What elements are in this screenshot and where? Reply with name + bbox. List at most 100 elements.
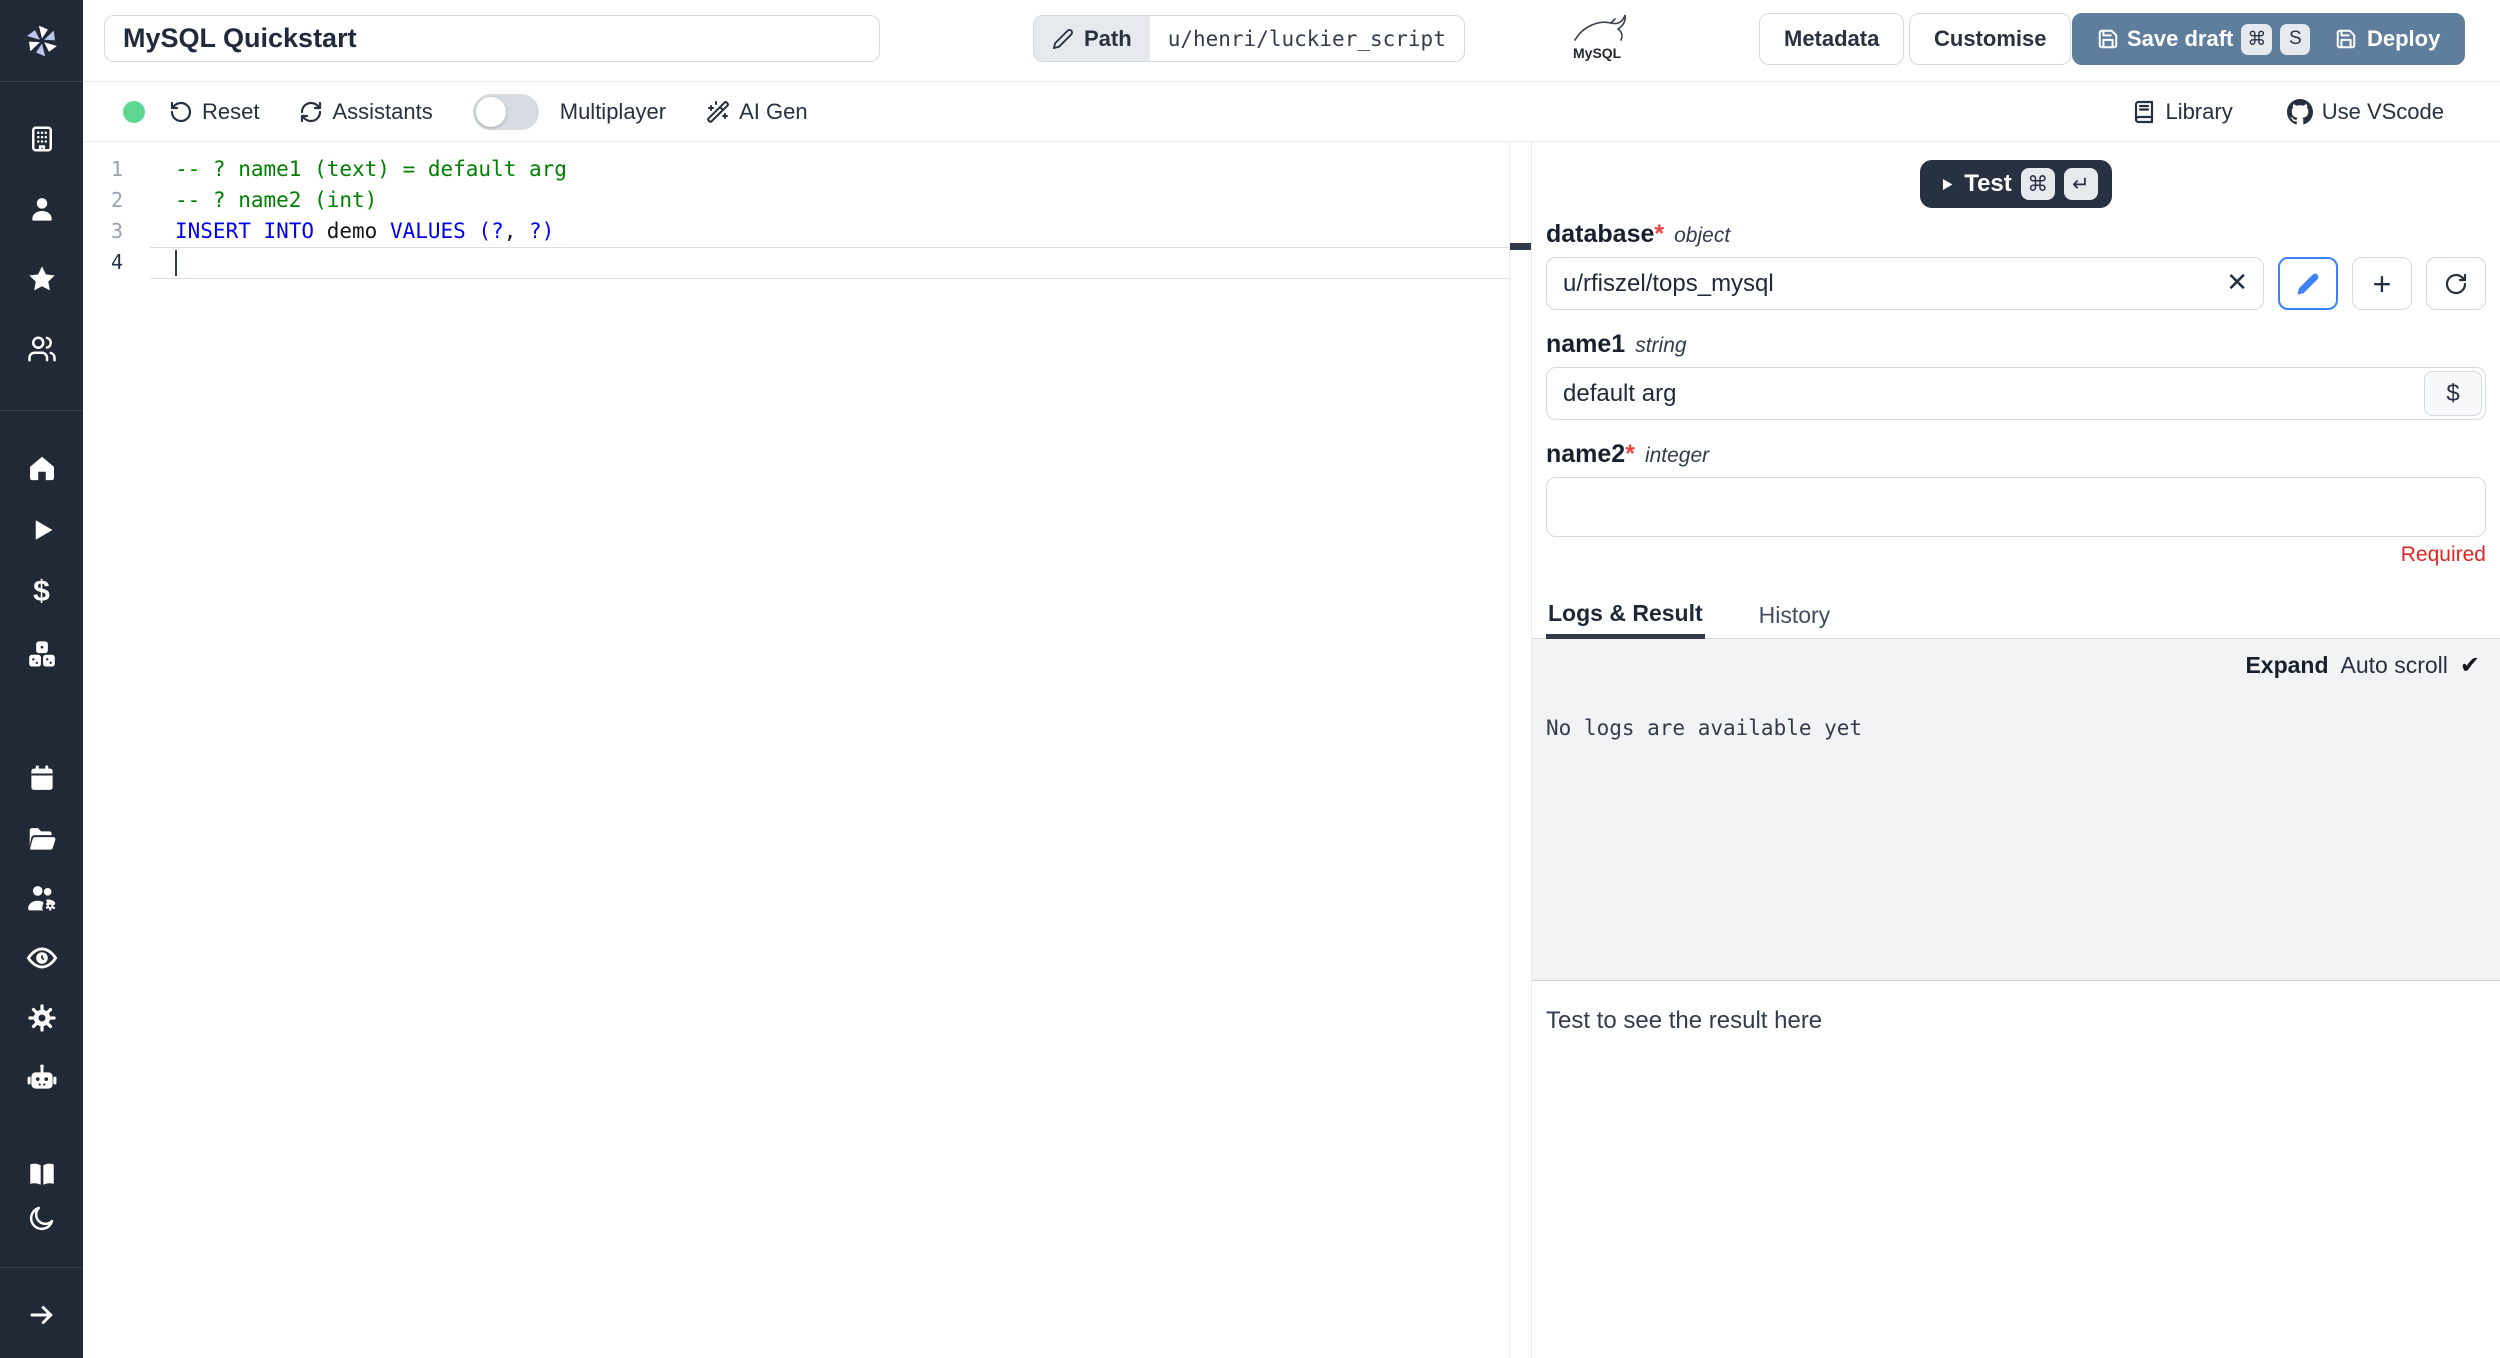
user-icon[interactable] xyxy=(25,192,59,226)
autoscroll-check-icon[interactable]: ✔ xyxy=(2460,651,2480,680)
sql-keyword: VALUES xyxy=(389,219,466,243)
save-icon xyxy=(2336,29,2356,49)
windmill-logo-icon xyxy=(26,25,57,56)
home-icon[interactable] xyxy=(25,451,59,485)
required-asterisk: * xyxy=(1625,440,1635,468)
toolbar-right: Library Use VScode xyxy=(2132,98,2500,125)
autoscroll-label: Auto scroll xyxy=(2340,652,2448,678)
deploy-button[interactable]: Deploy xyxy=(2310,13,2466,65)
metadata-button[interactable]: Metadata xyxy=(1759,13,1905,65)
field-label-database: database* object xyxy=(1546,220,2486,249)
test-button[interactable]: Test ⌘ ↵ xyxy=(1920,160,2112,208)
assistants-button[interactable]: Assistants xyxy=(299,99,433,125)
cubes-icon[interactable] xyxy=(25,637,59,671)
kbd-cmd: ⌘ xyxy=(2020,168,2055,200)
use-vscode-button[interactable]: Use VScode xyxy=(2286,98,2444,125)
field-type: string xyxy=(1635,334,1687,357)
logs-empty-message: No logs are available yet xyxy=(1546,716,1863,740)
code-editor[interactable]: 1 -- ? name1 (text) = default arg 2 -- ?… xyxy=(83,142,1510,1358)
field-label-name2: name2* integer xyxy=(1546,440,2486,469)
field-name: name2 xyxy=(1546,440,1626,468)
panel-splitter[interactable] xyxy=(1510,142,1532,1358)
name2-input[interactable] xyxy=(1546,477,2486,537)
script-title-input[interactable] xyxy=(104,15,880,62)
kbd-enter: ↵ xyxy=(2063,168,2098,200)
customise-button[interactable]: Customise xyxy=(1909,13,2072,65)
database-resource-input[interactable] xyxy=(1546,257,2264,310)
result-tabs: Logs & Result History xyxy=(1532,593,2500,639)
sidebar-group-manage xyxy=(25,671,59,1095)
reset-button[interactable]: Reset xyxy=(169,99,259,125)
gear-icon[interactable] xyxy=(25,1001,59,1035)
book-open-icon[interactable] xyxy=(25,1157,59,1191)
dollar-icon[interactable]: $ xyxy=(25,575,59,609)
refresh-resource-button[interactable] xyxy=(2426,257,2486,310)
play-icon xyxy=(1943,178,1953,190)
edit-resource-button[interactable] xyxy=(2278,257,2338,310)
required-error: Required xyxy=(2400,543,2486,566)
field-name: database xyxy=(1546,220,1655,248)
pencil-icon xyxy=(2297,273,2319,294)
building-icon[interactable] xyxy=(25,122,59,156)
run-header: Test ⌘ ↵ xyxy=(1532,142,2500,208)
line-number: 2 xyxy=(110,188,123,212)
mysql-logo-icon: MySQL xyxy=(1573,14,1626,61)
status-dot xyxy=(123,100,145,123)
ai-gen-button[interactable]: AI Gen xyxy=(706,99,808,125)
save-draft-button[interactable]: Save draft ⌘ S xyxy=(2072,13,2336,65)
arrow-right-icon[interactable] xyxy=(25,1298,59,1332)
run-panel: Test ⌘ ↵ database* object ✕ xyxy=(1532,142,2500,1358)
code-line: 2 -- ? name2 (int) xyxy=(83,185,1509,216)
field-label-name1: name1 string xyxy=(1546,330,2486,359)
play-icon[interactable] xyxy=(25,513,59,547)
folder-open-icon[interactable] xyxy=(25,821,59,855)
logs-controls: Expand Auto scroll ✔ xyxy=(1546,651,2480,680)
field-type: integer xyxy=(1644,444,1710,467)
args-form: database* object ✕ + xyxy=(1532,208,2500,569)
windmill-logo[interactable] xyxy=(0,0,83,82)
calendar-icon[interactable] xyxy=(25,761,59,795)
kbd-s: S xyxy=(2280,23,2311,55)
sql-comment: -- ? name1 (text) = default arg xyxy=(175,157,567,181)
current-line-highlight xyxy=(150,247,1509,279)
edit-path-button[interactable]: Path xyxy=(1034,16,1150,61)
script-path-value[interactable]: u/henri/luckier_script xyxy=(1150,16,1464,61)
path-pill: Path u/henri/luckier_script xyxy=(1033,15,1465,62)
required-asterisk: * xyxy=(1654,220,1665,248)
result-placeholder: Test to see the result here xyxy=(1546,1007,1823,1034)
code-line: 1 -- ? name1 (text) = default arg xyxy=(83,154,1509,185)
name1-input[interactable] xyxy=(1546,367,2486,420)
sidebar-group-workspace xyxy=(25,82,59,410)
star-icon[interactable] xyxy=(25,262,59,296)
dollar-template-button[interactable]: $ xyxy=(2424,371,2482,416)
users-gear-icon[interactable] xyxy=(25,881,59,915)
eye-icon[interactable] xyxy=(25,941,59,975)
sql-comment: -- ? name2 (int) xyxy=(175,188,378,212)
sql-keyword: INSERT INTO xyxy=(175,219,315,243)
expand-logs-button[interactable]: Expand xyxy=(2245,652,2328,679)
pencil-icon xyxy=(1052,28,1073,49)
field-type: object xyxy=(1674,224,1731,247)
library-button[interactable]: Library xyxy=(2132,99,2233,125)
save-icon xyxy=(2098,29,2118,49)
logs-area: Expand Auto scroll ✔ No logs are availab… xyxy=(1532,639,2500,981)
database-input-row: ✕ + xyxy=(1546,257,2486,310)
result-area: Test to see the result here xyxy=(1532,981,2500,1358)
topbar: Path u/henri/luckier_script MySQL Metada… xyxy=(83,0,2500,82)
svg-text:MySQL: MySQL xyxy=(1573,45,1622,61)
clear-icon[interactable]: ✕ xyxy=(2226,269,2248,295)
sidebar-divider-bottom xyxy=(0,1267,83,1268)
editor-toolbar: Reset Assistants Multiplayer AI Gen Libr… xyxy=(83,82,2500,142)
multiplayer-toggle[interactable] xyxy=(472,93,539,130)
code-line: 3 INSERT INTO demo VALUES (?, ?) xyxy=(83,216,1509,247)
users-icon[interactable] xyxy=(25,332,59,366)
add-resource-button[interactable]: + xyxy=(2352,257,2412,310)
robot-icon[interactable] xyxy=(25,1061,59,1095)
tab-logs-result[interactable]: Logs & Result xyxy=(1546,593,1705,639)
tab-history[interactable]: History xyxy=(1757,593,1833,638)
github-icon xyxy=(2286,98,2313,124)
moon-icon[interactable] xyxy=(25,1201,59,1235)
plus-icon: + xyxy=(2372,265,2392,302)
sidebar: $ xyxy=(0,0,83,1358)
sidebar-group-main: $ xyxy=(25,411,59,671)
